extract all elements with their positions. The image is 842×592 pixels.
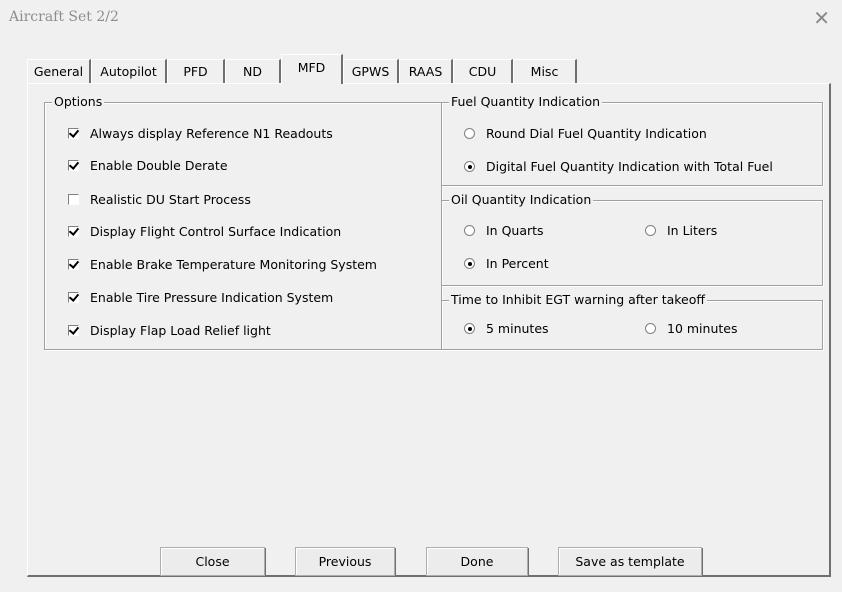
radio-button[interactable]	[464, 225, 475, 236]
done-button[interactable]: Done	[426, 547, 528, 576]
save-template-button[interactable]: Save as template	[558, 547, 702, 576]
options-group-title: Options	[52, 94, 105, 110]
option-label: Realistic DU Start Process	[90, 192, 251, 207]
previous-button[interactable]: Previous	[295, 547, 395, 576]
tab-misc[interactable]: Misc	[513, 59, 577, 83]
tab-panel: Options Always display Reference N1 Read…	[27, 83, 831, 577]
radio-label: 10 minutes	[667, 321, 738, 336]
radio-label: Round Dial Fuel Quantity Indication	[486, 126, 707, 141]
options-group: Options Always display Reference N1 Read…	[44, 94, 442, 350]
option-label: Display Flap Load Relief light	[90, 323, 271, 338]
tab-pfd[interactable]: PFD	[167, 59, 225, 83]
radio-label: 5 minutes	[486, 321, 549, 336]
tab-gpws[interactable]: GPWS	[343, 59, 399, 83]
checkbox[interactable]	[68, 128, 79, 139]
checkbox[interactable]	[68, 160, 79, 171]
tab-autopilot[interactable]: Autopilot	[91, 59, 167, 83]
radio-button[interactable]	[645, 225, 656, 236]
checkbox[interactable]	[68, 259, 79, 270]
oil-quantity-group: Oil Quantity Indication In Quarts In Lit…	[441, 192, 823, 286]
option-label: Enable Double Derate	[90, 158, 228, 173]
radio-button[interactable]	[464, 323, 475, 334]
tab-cdu[interactable]: CDU	[453, 59, 513, 83]
option-label: Always display Reference N1 Readouts	[90, 126, 333, 141]
checkbox[interactable]	[68, 292, 79, 303]
radio-button[interactable]	[464, 161, 475, 172]
radio-label: In Liters	[667, 223, 718, 238]
radio-button[interactable]	[645, 323, 656, 334]
egt-inhibit-group: Time to Inhibit EGT warning after takeof…	[441, 292, 823, 350]
checkbox[interactable]	[68, 325, 79, 336]
checkbox[interactable]	[68, 226, 79, 237]
radio-button[interactable]	[464, 128, 475, 139]
checkbox[interactable]	[68, 194, 79, 205]
fuel-quantity-group: Fuel Quantity Indication Round Dial Fuel…	[441, 94, 823, 186]
egt-group-title: Time to Inhibit EGT warning after takeof…	[449, 292, 707, 308]
option-label: Enable Brake Temperature Monitoring Syst…	[90, 257, 377, 272]
option-label: Display Flight Control Surface Indicatio…	[90, 224, 342, 239]
close-icon[interactable]: ✕	[813, 6, 830, 30]
close-button[interactable]: Close	[160, 547, 265, 576]
tab-general[interactable]: General	[27, 59, 91, 83]
tab-raas[interactable]: RAAS	[399, 59, 453, 83]
tab-nd[interactable]: ND	[225, 59, 281, 83]
title-bar: Aircraft Set 2/2 ✕	[0, 0, 842, 36]
fuel-group-title: Fuel Quantity Indication	[449, 94, 603, 110]
radio-label: In Quarts	[486, 223, 544, 238]
radio-label: In Percent	[486, 256, 549, 271]
radio-button[interactable]	[464, 258, 475, 269]
oil-group-title: Oil Quantity Indication	[449, 192, 594, 208]
option-label: Enable Tire Pressure Indication System	[90, 290, 334, 305]
window-title: Aircraft Set 2/2	[9, 9, 119, 25]
tab-mfd[interactable]: MFD	[281, 54, 343, 84]
radio-label: Digital Fuel Quantity Indication with To…	[486, 159, 773, 174]
